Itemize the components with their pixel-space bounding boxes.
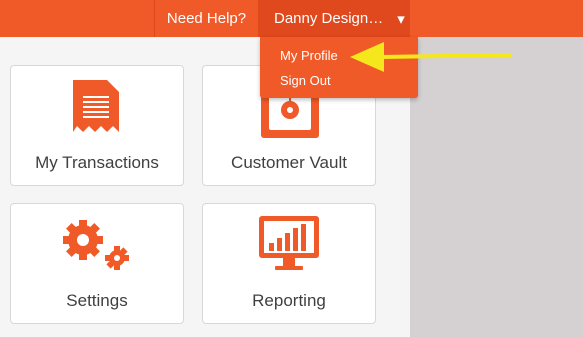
tile-label: Customer Vault — [231, 153, 347, 172]
menu-item-sign-out[interactable]: Sign Out — [280, 73, 331, 88]
tile-label: My Transactions — [35, 153, 159, 172]
gears-icon — [63, 220, 129, 270]
tile-settings[interactable]: Settings — [10, 203, 184, 324]
caret-down-icon: ▾ — [397, 10, 405, 28]
menu-item-my-profile[interactable]: My Profile — [280, 48, 338, 63]
user-name: Danny Design… — [274, 10, 384, 27]
tile-label: Reporting — [252, 291, 326, 310]
user-menu-toggle[interactable]: Danny Design… ▾ — [258, 0, 410, 37]
receipt-icon — [73, 80, 119, 132]
need-help-label: Need Help? — [166, 10, 247, 27]
tile-label: Settings — [66, 291, 128, 310]
tile-my-transactions[interactable]: My Transactions — [10, 65, 184, 186]
top-nav-bar: Need Help? Danny Design… ▾ — [0, 0, 583, 37]
tile-reporting[interactable]: Reporting — [202, 203, 376, 324]
monitor-chart-icon — [259, 216, 319, 270]
need-help-link[interactable]: Need Help? — [154, 0, 258, 37]
yellow-arrow-icon — [350, 42, 512, 72]
